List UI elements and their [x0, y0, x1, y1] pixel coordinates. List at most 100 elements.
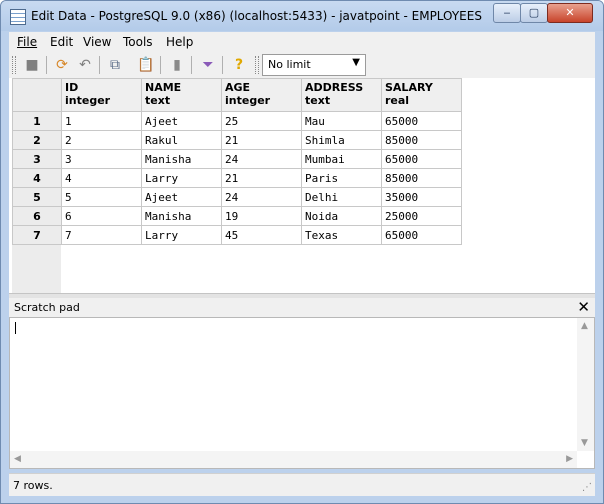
row-number[interactable]: 3	[12, 149, 62, 169]
scratch-pad-title: Scratch pad	[14, 301, 80, 314]
row-number[interactable]: 5	[12, 187, 62, 207]
scratch-pad-header: Scratch pad ✕	[9, 298, 595, 317]
table-cell[interactable]: Mumbai	[301, 149, 382, 169]
column-header[interactable]: ID integer	[61, 78, 142, 112]
save-icon[interactable]: ■	[22, 55, 42, 75]
toolbar-grip[interactable]	[255, 56, 259, 74]
table-cell[interactable]: Ajeet	[141, 111, 222, 131]
header-row: ID integer NAME text AGE integer ADDRESS tex…	[12, 78, 462, 112]
maximize-button[interactable]: ▢	[520, 3, 548, 23]
menu-file[interactable]: File	[17, 35, 37, 49]
table-cell[interactable]: 24	[221, 187, 302, 207]
column-header[interactable]: SALARY real	[381, 78, 462, 112]
window-title: Edit Data - PostgreSQL 9.0 (x86) (localh…	[31, 9, 482, 23]
horizontal-scrollbar[interactable]: ◀ ▶	[10, 451, 577, 468]
table-cell[interactable]: 6	[61, 206, 142, 226]
table-cell[interactable]: 5	[61, 187, 142, 207]
undo-icon[interactable]: ↶	[75, 55, 95, 75]
row-number[interactable]: 4	[12, 168, 62, 188]
corner-cell[interactable]	[12, 78, 62, 112]
toolbar-grip[interactable]	[12, 56, 16, 74]
row-number[interactable]: 6	[12, 206, 62, 226]
copy-icon[interactable]: ⧉	[105, 55, 125, 75]
scroll-down-icon[interactable]: ▼	[581, 438, 588, 448]
table-cell[interactable]: 65000	[381, 225, 462, 245]
menu-edit[interactable]: Edit	[50, 35, 73, 49]
toolbar-separator	[46, 56, 47, 74]
row-number[interactable]: 7	[12, 225, 62, 245]
table-cell[interactable]: 2	[61, 130, 142, 150]
scratch-pad-textarea[interactable]: ▲ ▼ ◀ ▶	[9, 317, 595, 469]
table-cell[interactable]: Manisha	[141, 206, 222, 226]
table-cell[interactable]: 3	[61, 149, 142, 169]
table-cell[interactable]: 35000	[381, 187, 462, 207]
table-cell[interactable]: 24	[221, 149, 302, 169]
table-row[interactable]: 4 4 Larry 21 Paris 85000	[12, 168, 462, 188]
table-cell[interactable]: 21	[221, 130, 302, 150]
edit-data-window: Edit Data - PostgreSQL 9.0 (x86) (localh…	[0, 0, 604, 504]
table-cell[interactable]: 4	[61, 168, 142, 188]
toolbar-separator	[160, 56, 161, 74]
table-cell[interactable]: 65000	[381, 149, 462, 169]
table-row[interactable]: 2 2 Rakul 21 Shimla 85000	[12, 130, 462, 150]
menu-help[interactable]: Help	[166, 35, 193, 49]
table-cell[interactable]: 1	[61, 111, 142, 131]
table-cell[interactable]: 85000	[381, 130, 462, 150]
table-cell[interactable]: Ajeet	[141, 187, 222, 207]
column-header[interactable]: ADDRESS text	[301, 78, 382, 112]
row-number[interactable]: 1	[12, 111, 62, 131]
menu-bar: File Edit View Tools Help	[9, 32, 595, 52]
resize-grip-icon[interactable]: ⋰	[582, 482, 592, 493]
row-limit-select[interactable]: No limit ▼	[262, 54, 366, 76]
table-cell[interactable]: Shimla	[301, 130, 382, 150]
menu-view[interactable]: View	[83, 35, 111, 49]
table-cell[interactable]: 85000	[381, 168, 462, 188]
table-row[interactable]: 5 5 Ajeet 24 Delhi 35000	[12, 187, 462, 207]
menu-tools[interactable]: Tools	[123, 35, 153, 49]
table-cell[interactable]: Delhi	[301, 187, 382, 207]
table-row[interactable]: 7 7 Larry 45 Texas 65000	[12, 225, 462, 245]
table-cell[interactable]: 25	[221, 111, 302, 131]
table-cell[interactable]: Rakul	[141, 130, 222, 150]
help-icon[interactable]: ?	[229, 55, 249, 75]
table-cell[interactable]: Mau	[301, 111, 382, 131]
table-cell[interactable]: Larry	[141, 225, 222, 245]
table-cell[interactable]: Texas	[301, 225, 382, 245]
table-row[interactable]: 3 3 Manisha 24 Mumbai 65000	[12, 149, 462, 169]
status-bar: 7 rows. ⋰	[9, 473, 595, 496]
toolbar: ■ ⟳ ↶ ⧉ 📋 ▮ ⏷ ? No limit ▼	[9, 52, 595, 79]
table-cell[interactable]: 45	[221, 225, 302, 245]
vertical-scrollbar[interactable]: ▲ ▼	[577, 318, 594, 451]
toolbar-separator	[191, 56, 192, 74]
column-header[interactable]: NAME text	[141, 78, 222, 112]
toolbar-separator	[99, 56, 100, 74]
table-cell[interactable]: Paris	[301, 168, 382, 188]
table-row[interactable]: 1 1 Ajeet 25 Mau 65000	[12, 111, 462, 131]
table-row[interactable]: 6 6 Manisha 19 Noida 25000	[12, 206, 462, 226]
table-cell[interactable]: 25000	[381, 206, 462, 226]
table-cell[interactable]: 7	[61, 225, 142, 245]
scroll-left-icon[interactable]: ◀	[14, 454, 21, 464]
scroll-right-icon[interactable]: ▶	[566, 454, 573, 464]
table-cell[interactable]: Larry	[141, 168, 222, 188]
close-icon[interactable]: ✕	[577, 298, 590, 317]
refresh-icon[interactable]: ⟳	[52, 55, 72, 75]
table-cell[interactable]: 19	[221, 206, 302, 226]
column-header[interactable]: AGE integer	[221, 78, 302, 112]
table-cell[interactable]: Manisha	[141, 149, 222, 169]
filter-icon[interactable]: ⏷	[198, 55, 218, 75]
delete-icon[interactable]: ▮	[167, 55, 187, 75]
row-number[interactable]: 2	[12, 130, 62, 150]
table-cell[interactable]: Noida	[301, 206, 382, 226]
table-cell[interactable]: 21	[221, 168, 302, 188]
close-button[interactable]: ✕	[547, 3, 593, 23]
chevron-down-icon: ▼	[352, 57, 360, 68]
minimize-button[interactable]: ‒	[493, 3, 521, 23]
table-cell[interactable]: 65000	[381, 111, 462, 131]
title-bar[interactable]: Edit Data - PostgreSQL 9.0 (x86) (localh…	[1, 1, 603, 31]
row-count: 7 rows.	[13, 479, 53, 492]
scroll-up-icon[interactable]: ▲	[581, 321, 588, 331]
data-grid: ID integer NAME text AGE integer ADDRESS tex…	[9, 78, 595, 293]
toolbar-separator	[222, 56, 223, 74]
paste-icon[interactable]: 📋	[136, 55, 156, 75]
